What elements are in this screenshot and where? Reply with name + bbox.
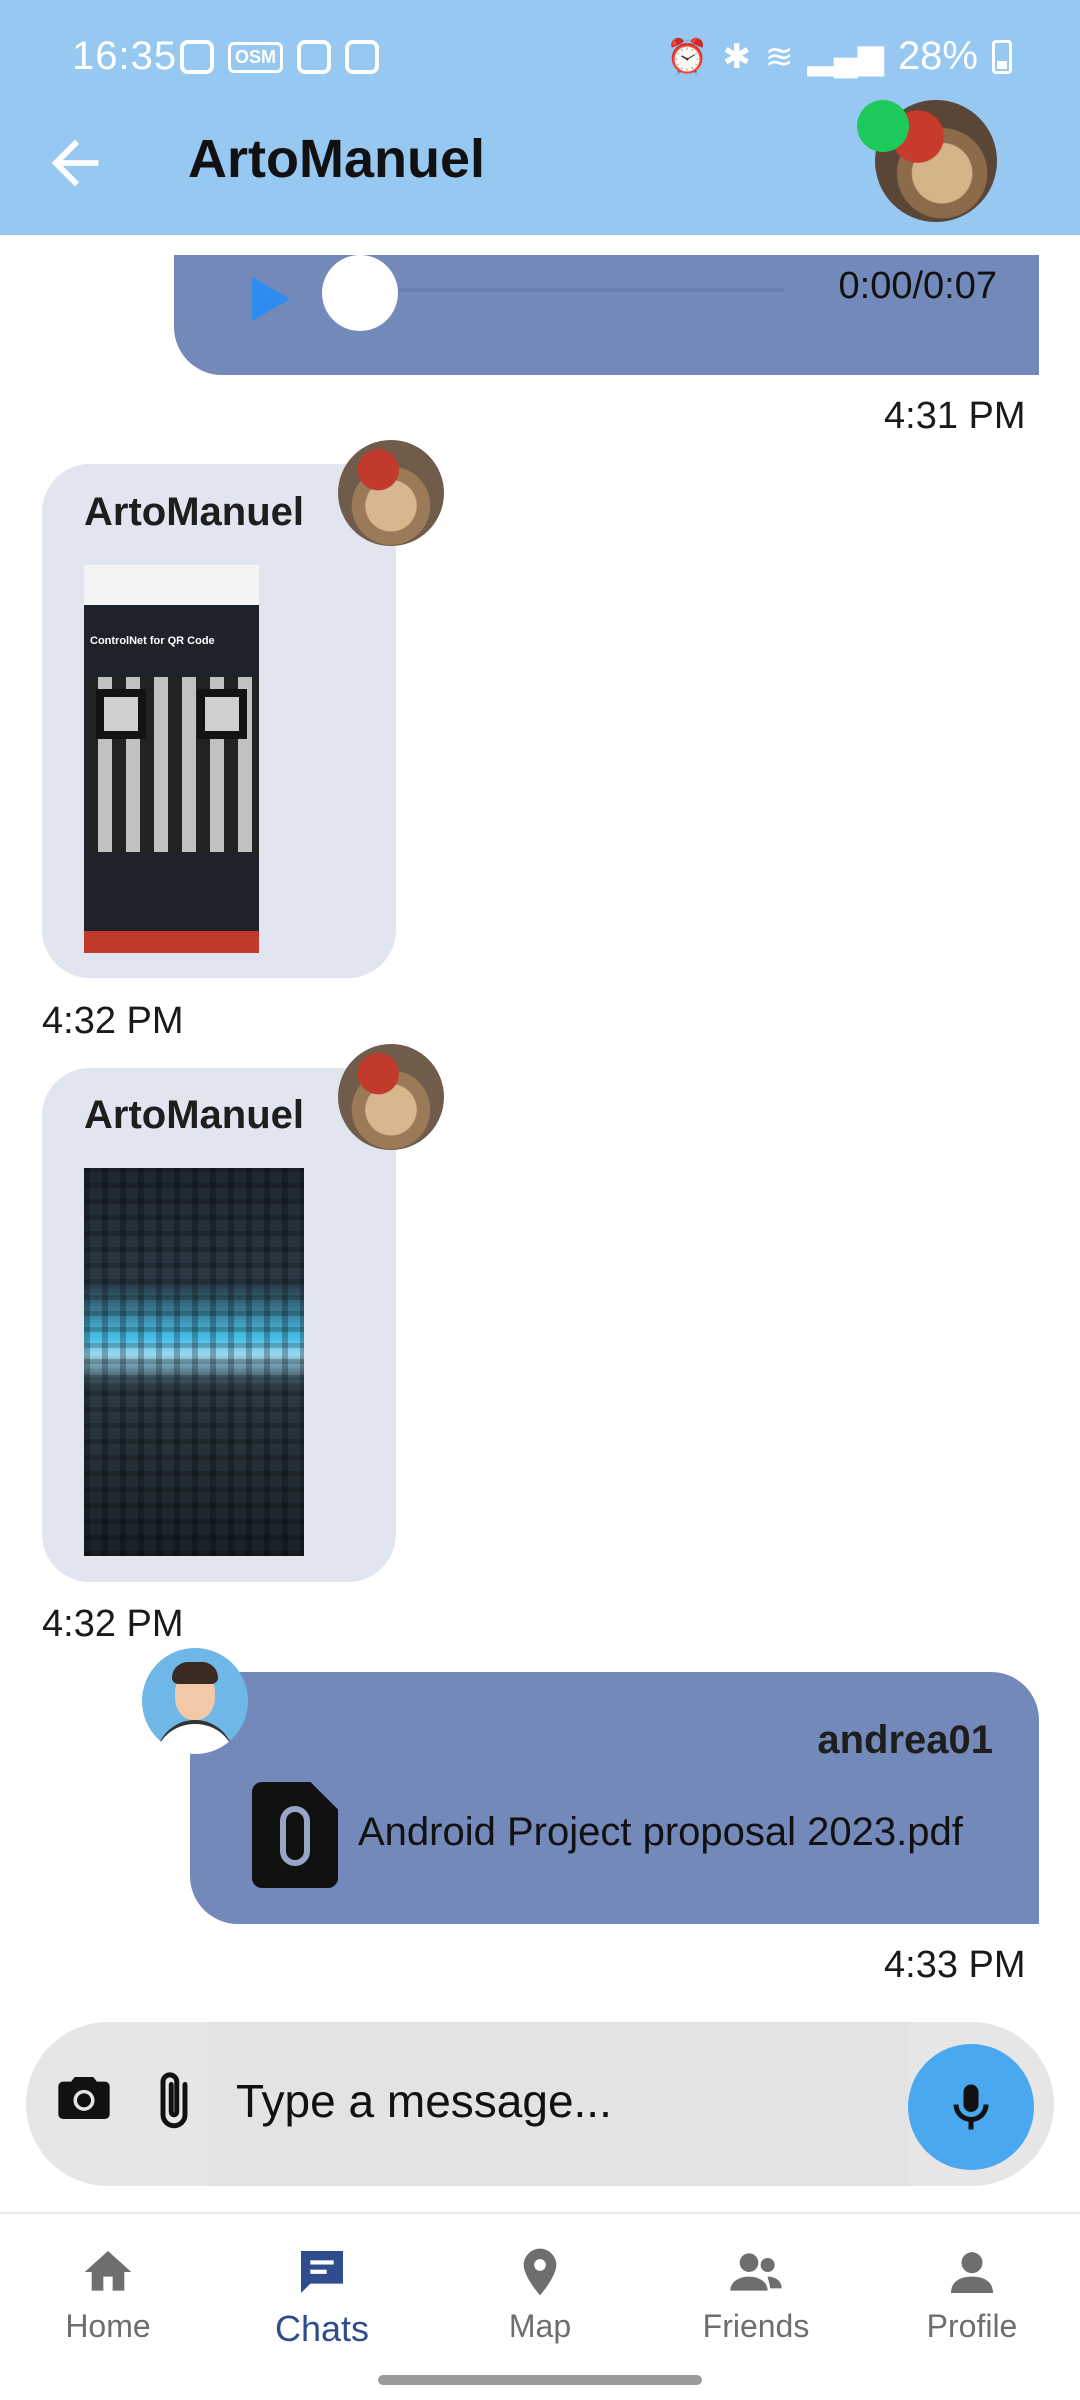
online-status-dot xyxy=(857,100,909,152)
friends-icon xyxy=(730,2253,782,2291)
nav-home[interactable]: Home xyxy=(8,2244,208,2345)
shared-image-qr[interactable]: ControlNet for QR Code xyxy=(84,565,259,953)
notification-icons: OSM xyxy=(180,40,380,74)
chat-icon xyxy=(301,2251,343,2293)
home-icon xyxy=(84,2251,132,2291)
instagram-icon xyxy=(180,40,214,74)
battery-icon xyxy=(992,39,1012,74)
audio-seek-handle[interactable] xyxy=(322,255,398,331)
city-texture xyxy=(84,1168,304,1556)
audio-progress-track[interactable] xyxy=(364,288,784,292)
status-time: 16:35 xyxy=(72,34,178,78)
system-icons: ⏰ ✱ ≋ ▂▄▆ 28% xyxy=(666,34,1012,79)
sender-name: ArtoManuel xyxy=(84,490,304,534)
shared-image-city[interactable] xyxy=(84,1168,304,1556)
sender-name: ArtoManuel xyxy=(84,1093,304,1137)
nav-label: Chats xyxy=(274,2308,370,2349)
sender-avatar[interactable] xyxy=(142,1648,248,1754)
bluetooth-icon: ✱ xyxy=(722,37,752,76)
sender-avatar[interactable] xyxy=(338,440,444,546)
sender-avatar[interactable] xyxy=(338,1044,444,1150)
map-pin-icon xyxy=(523,2248,557,2296)
camera-icon[interactable] xyxy=(56,2074,112,2122)
audio-message: 0:00/0:07 xyxy=(174,255,1039,375)
arrow-left-icon[interactable] xyxy=(40,128,110,198)
message-composer: Type a message... xyxy=(26,2022,1054,2186)
nav-map[interactable]: Map xyxy=(440,2244,640,2345)
osm-icon: OSM xyxy=(228,41,284,73)
bottom-navigation: Home Chats Map Friends Profile xyxy=(0,2212,1080,2400)
gallery-icon xyxy=(345,40,380,74)
wifi-icon: ≋ xyxy=(765,37,794,76)
status-bar: 16:35 OSM ⏰ ✱ ≋ ▂▄▆ 28% xyxy=(72,34,1012,84)
message-time: 4:32 PM xyxy=(42,1603,184,1645)
clock-app-icon xyxy=(297,40,332,74)
microphone-button[interactable] xyxy=(908,2044,1034,2170)
app-header: 16:35 OSM ⏰ ✱ ≋ ▂▄▆ 28% ArtoManuel xyxy=(0,0,1080,235)
screenshot-topbar xyxy=(84,565,259,605)
qr-code-art xyxy=(84,677,259,852)
file-name: Android Project proposal 2023.pdf xyxy=(358,1810,963,1854)
signal-icon: ▂▄▆ xyxy=(807,37,884,76)
page-title: ArtoManuel xyxy=(188,129,485,189)
file-message[interactable]: andrea01 Android Project proposal 2023.p… xyxy=(190,1672,1039,1924)
message-input-placeholder: Type a message... xyxy=(236,2075,612,2127)
paperclip-icon[interactable] xyxy=(152,2068,196,2134)
nav-label: Map xyxy=(508,2308,572,2344)
nav-label: Profile xyxy=(926,2308,1018,2344)
nav-profile[interactable]: Profile xyxy=(872,2244,1072,2345)
message-time: 4:31 PM xyxy=(884,395,1026,437)
microphone-icon xyxy=(953,2084,989,2130)
nav-chats[interactable]: Chats xyxy=(222,2244,422,2350)
alarm-icon: ⏰ xyxy=(666,37,709,76)
nav-label: Home xyxy=(65,2308,151,2344)
audio-duration: 0:00/0:07 xyxy=(838,265,997,307)
battery-percent: 28% xyxy=(897,34,978,78)
file-icon xyxy=(252,1782,338,1888)
play-icon[interactable] xyxy=(252,277,290,321)
profile-icon xyxy=(951,2252,993,2293)
message-time: 4:32 PM xyxy=(42,1000,184,1042)
home-gesture-bar[interactable] xyxy=(378,2375,702,2385)
nav-friends[interactable]: Friends xyxy=(656,2244,856,2345)
screenshot-banner xyxy=(84,931,259,953)
message-time: 4:33 PM xyxy=(884,1944,1026,1986)
nav-label: Friends xyxy=(702,2308,810,2344)
screenshot-title: ControlNet for QR Code xyxy=(90,635,215,647)
sender-name: andrea01 xyxy=(817,1718,993,1762)
